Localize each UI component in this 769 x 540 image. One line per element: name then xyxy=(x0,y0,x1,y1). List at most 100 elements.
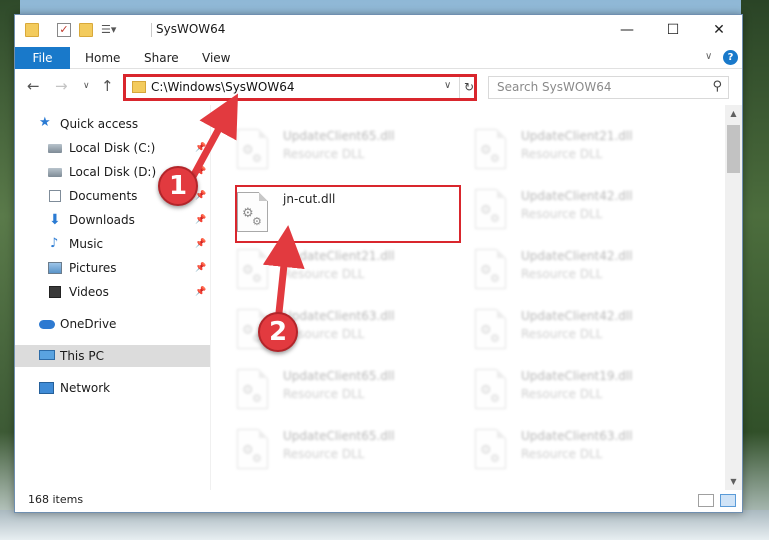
file-type: Resource DLL xyxy=(521,387,603,401)
address-highlight-box xyxy=(123,74,477,101)
maximize-button[interactable]: ☐ xyxy=(650,15,696,45)
file-item[interactable]: ⚙ ⚙ UpdateClient42.dll Resource DLL xyxy=(475,305,705,363)
pin-icon: 📌 xyxy=(195,239,207,249)
file-name: UpdateClient42.dll xyxy=(521,249,633,263)
file-name: UpdateClient21.dll xyxy=(283,249,395,263)
item-count: 168 items xyxy=(28,493,84,506)
sidebar-item-music[interactable]: ♪ Music 📌 xyxy=(15,233,210,255)
sidebar-item-this-pc[interactable]: This PC xyxy=(15,345,210,367)
network-icon xyxy=(39,382,54,394)
file-type: Resource DLL xyxy=(521,267,603,281)
file-highlight-box xyxy=(235,185,461,243)
title-separator xyxy=(151,23,152,37)
dll-file-icon: ⚙ ⚙ xyxy=(237,249,268,289)
sidebar-item-label: Documents xyxy=(69,189,138,203)
tab-file[interactable]: File xyxy=(15,47,70,69)
onedrive-icon xyxy=(39,320,55,329)
file-name: UpdateClient19.dll xyxy=(521,369,633,383)
large-icons-view-icon[interactable] xyxy=(720,494,736,507)
dll-file-icon: ⚙ ⚙ xyxy=(237,429,268,469)
dll-file-icon: ⚙ ⚙ xyxy=(475,129,506,169)
status-bar: 168 items xyxy=(15,490,742,512)
recent-locations-icon[interactable]: ∨ xyxy=(83,81,90,91)
sidebar-item-network[interactable]: Network xyxy=(15,377,210,399)
scroll-down-icon[interactable]: ▼ xyxy=(725,473,742,490)
pin-icon: 📌 xyxy=(195,143,207,153)
sidebar-item-downloads[interactable]: ⬇ Downloads 📌 xyxy=(15,209,210,231)
sidebar-item-label: Downloads xyxy=(69,213,135,227)
scroll-up-icon[interactable]: ▲ xyxy=(725,105,742,122)
file-type: Resource DLL xyxy=(283,147,365,161)
sidebar-item-label: Music xyxy=(69,237,104,251)
sidebar-item-quick-access[interactable]: ★ Quick access xyxy=(15,113,210,135)
file-type: Resource DLL xyxy=(521,447,603,461)
desktop-background-bottom xyxy=(0,510,769,540)
file-item[interactable]: ⚙ ⚙ UpdateClient65.dll Resource DLL xyxy=(237,425,467,483)
videos-icon xyxy=(49,286,61,298)
file-item[interactable]: ⚙ ⚙ UpdateClient19.dll Resource DLL xyxy=(475,365,705,423)
details-view-icon[interactable] xyxy=(698,494,714,507)
file-name: UpdateClient65.dll xyxy=(283,429,395,443)
customize-toolbar-icon[interactable]: ☰▾ xyxy=(101,23,116,37)
file-type: Resource DLL xyxy=(521,147,603,161)
sidebar-item-local-disk-c[interactable]: Local Disk (C:) 📌 xyxy=(15,137,210,159)
sidebar-item-label: Pictures xyxy=(69,261,117,275)
sidebar-item-videos[interactable]: Videos 📌 xyxy=(15,281,210,303)
pin-icon: 📌 xyxy=(195,215,207,225)
properties-icon[interactable]: ✓ xyxy=(57,23,71,37)
file-item[interactable]: ⚙ ⚙ UpdateClient65.dll Resource DLL xyxy=(237,125,467,183)
search-icon[interactable]: ⚲ xyxy=(712,79,722,94)
file-type: Resource DLL xyxy=(521,327,603,341)
star-icon: ★ xyxy=(39,115,51,130)
step-2-marker: 2 xyxy=(258,312,298,352)
help-icon[interactable]: ? xyxy=(723,50,738,65)
expand-ribbon-icon[interactable]: ∨ xyxy=(705,51,712,62)
tab-view[interactable]: View xyxy=(202,47,230,69)
search-box[interactable]: Search SysWOW64 ⚲ xyxy=(488,76,729,99)
minimize-button[interactable]: — xyxy=(604,15,650,45)
tab-share[interactable]: Share xyxy=(144,47,179,69)
drive-icon xyxy=(48,144,62,153)
file-name: UpdateClient42.dll xyxy=(521,189,633,203)
music-icon: ♪ xyxy=(50,236,59,251)
pin-icon: 📌 xyxy=(195,287,207,297)
search-input[interactable]: Search SysWOW64 xyxy=(497,80,611,94)
file-name: UpdateClient63.dll xyxy=(521,429,633,443)
file-name: UpdateClient21.dll xyxy=(521,129,633,143)
desktop-background-right xyxy=(741,0,769,540)
up-arrow-icon[interactable]: ↑ xyxy=(101,77,114,95)
sidebar-item-label: Local Disk (C:) xyxy=(69,141,156,155)
file-item[interactable]: ⚙ ⚙ UpdateClient42.dll Resource DLL xyxy=(475,245,705,303)
file-item[interactable]: ⚙ ⚙ UpdateClient63.dll Resource DLL xyxy=(475,425,705,483)
file-name: UpdateClient63.dll xyxy=(283,309,395,323)
navigation-bar: ← → ∨ ↑ C:\Windows\SysWOW64 ∨ ↻ Search S… xyxy=(15,70,742,104)
back-arrow-icon[interactable]: ← xyxy=(27,77,40,95)
sidebar-item-label: Quick access xyxy=(60,117,139,131)
dll-file-icon: ⚙ ⚙ xyxy=(475,309,506,349)
file-name: UpdateClient65.dll xyxy=(283,129,395,143)
file-item[interactable]: ⚙ ⚙ UpdateClient21.dll Resource DLL xyxy=(475,125,705,183)
sidebar-item-label: Videos xyxy=(69,285,109,299)
dll-file-icon: ⚙ ⚙ xyxy=(475,249,506,289)
vertical-scrollbar[interactable]: ▲ ▼ xyxy=(725,105,742,490)
file-type: Resource DLL xyxy=(283,387,365,401)
sidebar-item-label: Network xyxy=(60,381,111,395)
dll-file-icon: ⚙ ⚙ xyxy=(237,129,268,169)
close-button[interactable]: ✕ xyxy=(696,15,742,45)
documents-icon xyxy=(49,190,61,202)
sidebar-item-label: Local Disk (D:) xyxy=(69,165,157,179)
file-type: Resource DLL xyxy=(283,267,365,281)
window-title: SysWOW64 xyxy=(156,22,226,36)
sidebar-item-onedrive[interactable]: OneDrive xyxy=(15,313,210,335)
pictures-icon xyxy=(48,262,62,274)
dll-file-icon: ⚙ ⚙ xyxy=(475,189,506,229)
scroll-thumb[interactable] xyxy=(727,125,740,173)
file-item[interactable]: ⚙ ⚙ UpdateClient21.dll Resource DLL xyxy=(237,245,467,303)
new-folder-icon[interactable] xyxy=(79,23,93,37)
forward-arrow-icon[interactable]: → xyxy=(55,77,68,95)
sidebar-item-pictures[interactable]: Pictures 📌 xyxy=(15,257,210,279)
file-type: Resource DLL xyxy=(521,207,603,221)
file-item[interactable]: ⚙ ⚙ UpdateClient65.dll Resource DLL xyxy=(237,365,467,423)
tab-home[interactable]: Home xyxy=(85,47,120,69)
file-item[interactable]: ⚙ ⚙ UpdateClient42.dll Resource DLL xyxy=(475,185,705,243)
